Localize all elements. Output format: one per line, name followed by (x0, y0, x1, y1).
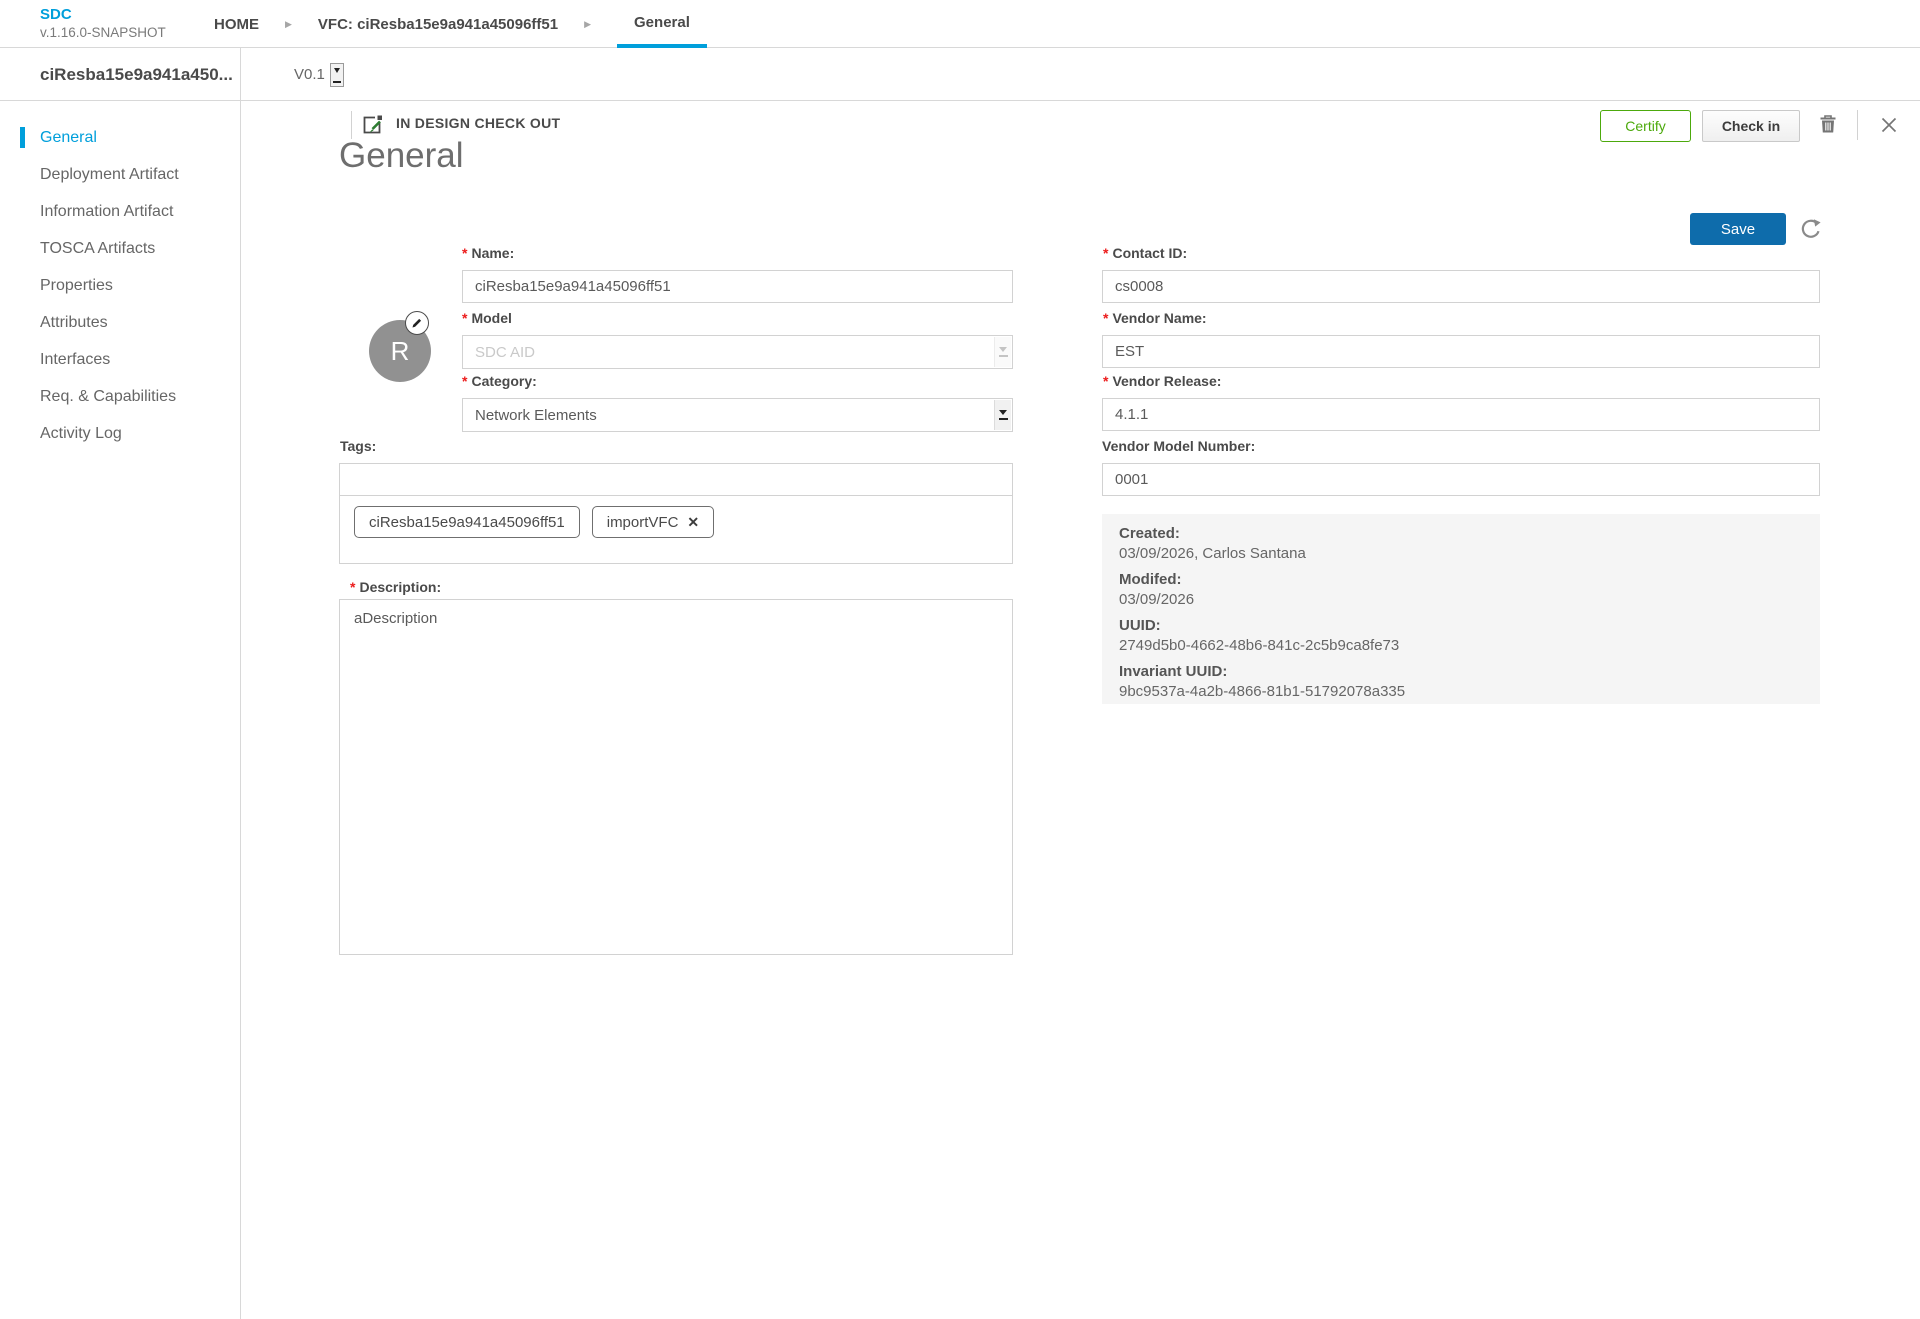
category-value: Network Elements (475, 407, 597, 424)
vendor-name-input[interactable] (1102, 335, 1820, 368)
sidebar-item-label: Properties (40, 277, 113, 294)
sidebar-item-label: Activity Log (40, 425, 122, 442)
tag-chip-label: ciResba15e9a941a45096ff51 (369, 514, 565, 531)
left-nav: General Deployment Artifact Information … (0, 101, 241, 1319)
description-label: *Description: (350, 579, 441, 595)
sdc-logo[interactable]: SDC v.1.16.0-SNAPSHOT (40, 6, 166, 41)
avatar-letter: R (391, 336, 410, 367)
model-value: SDC AID (475, 344, 535, 361)
version-label: V0.1 (294, 48, 325, 101)
entity-title: ciResba15e9a941a450... (0, 48, 241, 101)
vendor-model-number-label: Vendor Model Number: (1102, 438, 1255, 454)
breadcrumb-arrow-icon: ▶ (285, 19, 292, 30)
breadcrumb-arrow-icon: ▶ (584, 19, 591, 30)
sidebar-item-attributes[interactable]: Attributes (0, 304, 240, 341)
sidebar-item-label: TOSCA Artifacts (40, 240, 155, 257)
version-selector[interactable] (330, 63, 344, 87)
required-asterisk: * (462, 310, 467, 326)
uuid-label: UUID: (1119, 616, 1820, 636)
divider (1857, 110, 1858, 140)
sidebar-item-information-artifact[interactable]: Information Artifact (0, 193, 240, 230)
modified-label: Modifed: (1119, 570, 1820, 590)
sidebar-item-label: Interfaces (40, 351, 110, 368)
category-select[interactable]: Network Elements (462, 398, 1013, 432)
description-textarea[interactable]: aDescription (339, 599, 1013, 955)
certify-button[interactable]: Certify (1600, 110, 1691, 142)
sidebar-item-label: General (40, 129, 97, 146)
sidebar-item-label: Attributes (40, 314, 108, 331)
sidebar-item-properties[interactable]: Properties (0, 267, 240, 304)
tags-input[interactable] (340, 464, 1012, 496)
breadcrumb-vfc[interactable]: VFC: ciResba15e9a941a45096ff51 (318, 16, 558, 33)
modified-value: 03/09/2026 (1119, 590, 1820, 610)
required-asterisk: * (1103, 373, 1108, 389)
chevron-down-icon (994, 337, 1011, 367)
created-label: Created: (1119, 524, 1820, 544)
chevron-down-icon (994, 400, 1011, 430)
pencil-icon (411, 317, 423, 329)
vendor-release-input[interactable] (1102, 398, 1820, 431)
name-label: *Name: (462, 245, 514, 261)
chevron-down-icon (334, 68, 340, 73)
tags-container: ciResba15e9a941a45096ff51 importVFC ✕ (339, 463, 1013, 564)
close-icon (1878, 114, 1900, 136)
tags-label: Tags: (340, 438, 376, 454)
check-in-button[interactable]: Check in (1702, 110, 1800, 142)
close-button[interactable] (1878, 114, 1900, 136)
sidebar-item-label: Deployment Artifact (40, 166, 179, 183)
sidebar-item-interfaces[interactable]: Interfaces (0, 341, 240, 378)
invariant-uuid-value: 9bc9537a-4a2b-4866-81b1-51792078a335 (1119, 682, 1820, 702)
active-indicator (20, 127, 25, 148)
tag-chip: importVFC ✕ (592, 506, 714, 538)
spinner-bar (333, 81, 341, 84)
sidebar-item-deployment-artifact[interactable]: Deployment Artifact (0, 156, 240, 193)
metadata-panel: Created: 03/09/2026, Carlos Santana Modi… (1102, 514, 1820, 704)
vendor-model-number-input[interactable] (1102, 463, 1820, 496)
required-asterisk: * (350, 579, 355, 595)
revert-button[interactable] (1798, 216, 1824, 242)
sdc-logo-text: SDC (40, 6, 166, 24)
sidebar-item-req-capabilities[interactable]: Req. & Capabilities (0, 378, 240, 415)
model-select: SDC AID (462, 335, 1013, 369)
contact-id-label: *Contact ID: (1103, 245, 1187, 261)
trash-icon (1817, 113, 1839, 135)
required-asterisk: * (1103, 245, 1108, 261)
model-label: *Model (462, 310, 512, 326)
breadcrumb: HOME ▶ VFC: ciResba15e9a941a45096ff51 ▶ … (214, 0, 707, 48)
required-asterisk: * (462, 245, 467, 261)
sidebar-item-label: Req. & Capabilities (40, 388, 176, 405)
contact-id-input[interactable] (1102, 270, 1820, 303)
remove-tag-icon[interactable]: ✕ (687, 514, 699, 531)
uuid-value: 2749d5b0-4662-48b6-841c-2c5b9ca8fe73 (1119, 636, 1820, 656)
required-asterisk: * (1103, 310, 1108, 326)
vendor-release-label: *Vendor Release: (1103, 373, 1221, 389)
required-asterisk: * (462, 373, 467, 389)
refresh-icon (1798, 216, 1824, 242)
delete-button[interactable] (1816, 113, 1840, 137)
sidebar-item-tosca-artifacts[interactable]: TOSCA Artifacts (0, 230, 240, 267)
tag-chip-row: ciResba15e9a941a45096ff51 importVFC ✕ (340, 496, 1012, 538)
top-bar: SDC v.1.16.0-SNAPSHOT HOME ▶ VFC: ciResb… (0, 0, 1920, 48)
sidebar-item-activity-log[interactable]: Activity Log (0, 415, 240, 452)
tag-chip: ciResba15e9a941a45096ff51 (354, 506, 580, 538)
entity-toolbar: ciResba15e9a941a450... V0.1 IN DESIGN CH… (0, 48, 1920, 101)
sidebar-item-label: Information Artifact (40, 203, 173, 220)
sdc-version-text: v.1.16.0-SNAPSHOT (40, 24, 166, 41)
page-title: General (339, 136, 464, 176)
tag-chip-label: importVFC (607, 514, 679, 531)
category-label: *Category: (462, 373, 537, 389)
breadcrumb-general-tab[interactable]: General (617, 0, 707, 48)
invariant-uuid-label: Invariant UUID: (1119, 662, 1820, 682)
name-input[interactable] (462, 270, 1013, 303)
edit-avatar-button[interactable] (405, 311, 429, 335)
vendor-name-label: *Vendor Name: (1103, 310, 1207, 326)
sidebar-item-general[interactable]: General (0, 119, 240, 156)
created-value: 03/09/2026, Carlos Santana (1119, 544, 1820, 564)
breadcrumb-home[interactable]: HOME (214, 16, 259, 33)
save-button[interactable]: Save (1690, 213, 1786, 245)
divider (351, 111, 352, 139)
